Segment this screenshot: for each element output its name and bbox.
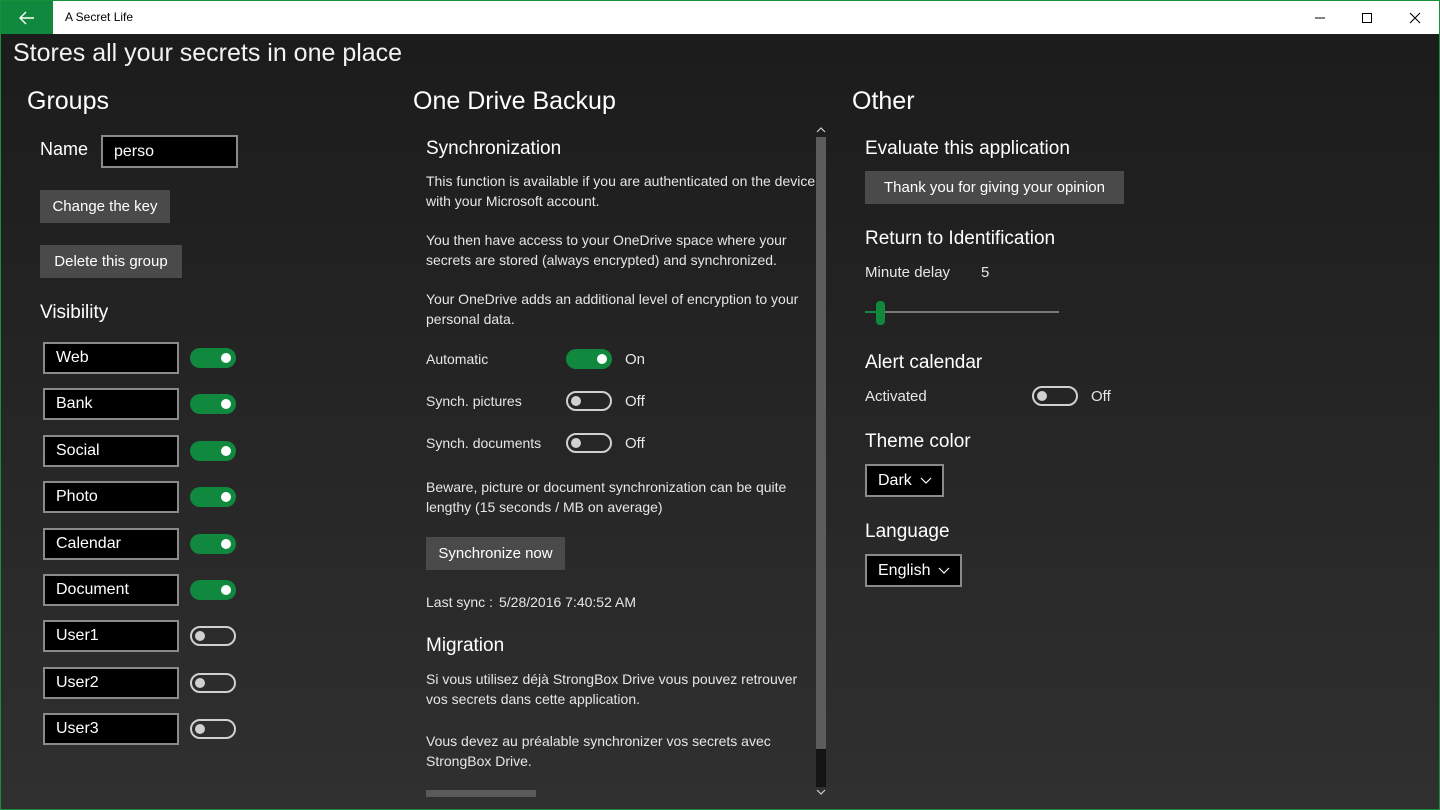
minute-delay-value: 5 [981,264,990,281]
visibility-toggle-social[interactable] [190,440,236,461]
activated-state: Off [1091,388,1111,405]
automatic-label: Automatic [426,351,489,367]
documents-label: Synch. documents [426,435,542,451]
groups-title: Groups [27,87,109,115]
visibility-toggle-document[interactable] [190,580,236,600]
visibility-item-bank[interactable]: Bank [43,388,179,421]
beware-text: Beware, picture or document synchronizat… [426,479,787,515]
visibility-item-web[interactable]: Web [43,342,179,374]
language-title: Language [865,521,950,542]
scroll-track[interactable] [816,749,826,787]
migration-para-2: Vous devez au préalable synchronizer vos… [426,733,771,769]
other-title: Other [852,87,915,115]
name-label: Name [40,139,89,159]
scroll-down-icon[interactable] [815,787,827,797]
slider-track [865,311,1059,313]
sync-para-1: This function is available if you are au… [426,173,816,209]
alert-calendar-title: Alert calendar [865,352,983,373]
minimize-button[interactable] [1296,1,1344,34]
theme-color-select[interactable]: Dark [865,464,944,497]
automatic-toggle[interactable] [566,349,612,369]
activated-label: Activated [865,388,927,405]
opinion-button[interactable]: Thank you for giving your opinion [865,171,1124,204]
visibility-toggle-user1[interactable] [190,626,236,647]
back-button[interactable] [1,1,53,34]
visibility-item-document[interactable]: Document [43,574,179,606]
visibility-item-user2[interactable]: User2 [43,666,179,699]
close-icon [1409,12,1421,23]
visibility-toggle-calendar[interactable] [190,533,236,554]
automatic-state: On [625,351,646,368]
visibility-toggle-bank[interactable] [190,394,236,415]
visibility-toggle-web[interactable] [190,348,236,368]
sync-para-2: You then have access to your OneDrive sp… [426,232,787,268]
activated-toggle[interactable] [1032,386,1078,406]
maximize-icon [1362,12,1372,23]
minute-delay-slider[interactable] [865,301,1059,325]
language-select[interactable]: English [865,554,962,587]
visibility-toggle-user2[interactable] [190,672,236,693]
visibility-item-photo[interactable]: Photo [43,481,179,514]
minute-delay-label: Minute delay [865,264,951,281]
synchronize-now-button[interactable]: Synchronize now [426,537,565,570]
change-key-button[interactable]: Change the key [40,190,170,223]
documents-state: Off [625,435,645,452]
sync-title: Synchronization [426,138,562,159]
chevron-down-icon [938,567,950,574]
scroll-thumb[interactable] [816,137,826,749]
pictures-toggle[interactable] [566,391,612,411]
app-title: A Secret Life [65,10,134,24]
theme-color-title: Theme color [865,431,971,452]
group-name-input[interactable]: perso [101,135,238,168]
last-sync-value: 5/28/2016 7:40:52 AM [499,594,636,610]
maximize-button[interactable] [1343,1,1391,34]
last-sync-label: Last sync : [426,594,493,610]
return-title: Return to Identification [865,228,1056,249]
app-window: A Secret Life Stores all your secrets in… [0,0,1440,810]
visibility-item-user3[interactable]: User3 [43,713,179,746]
minimize-icon [1315,17,1325,18]
migration-button-partial[interactable] [426,790,536,797]
back-arrow-icon [19,11,34,24]
sync-para-3: Your OneDrive adds an additional level o… [426,291,799,327]
migration-title: Migration [426,635,505,656]
evaluate-title: Evaluate this application [865,138,1070,159]
close-button[interactable] [1391,1,1439,34]
language-value: English [878,561,931,579]
documents-toggle[interactable] [566,433,612,453]
migration-para-1: Si vous utilisez déjà StrongBox Drive vo… [426,671,798,707]
visibility-toggle-user3[interactable] [190,719,236,740]
page-title: Stores all your secrets in one place [13,39,403,67]
visibility-item-user1[interactable]: User1 [43,620,179,653]
visibility-item-calendar[interactable]: Calendar [43,527,179,560]
pictures-label: Synch. pictures [426,393,522,409]
slider-thumb[interactable] [876,301,885,325]
visibility-title: Visibility [40,302,109,323]
pictures-state: Off [625,393,645,410]
chevron-down-icon [920,477,932,484]
backup-scrollbar[interactable] [815,125,827,799]
theme-color-value: Dark [878,471,912,489]
backup-title: One Drive Backup [413,87,616,115]
delete-group-button[interactable]: Delete this group [40,245,182,278]
visibility-item-social[interactable]: Social [43,434,179,467]
scroll-up-icon[interactable] [815,125,827,135]
title-bar: A Secret Life [1,1,1439,34]
visibility-toggle-photo[interactable] [190,487,236,508]
